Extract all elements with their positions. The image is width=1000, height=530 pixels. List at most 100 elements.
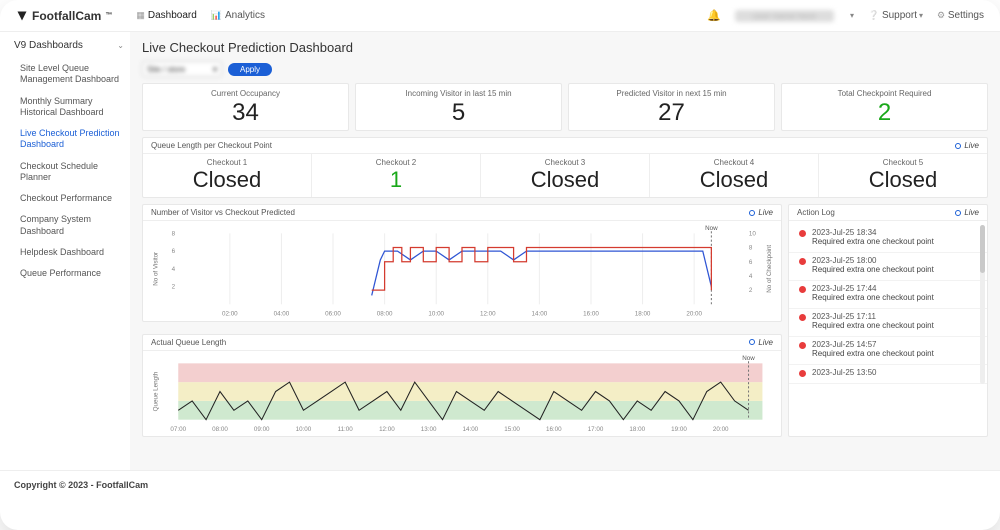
- site-select[interactable]: Site / store▾: [142, 61, 222, 77]
- tab-dashboard[interactable]: ▦ Dashboard: [136, 10, 196, 21]
- chevron-down-icon: ▾: [850, 11, 854, 20]
- log-message: Required extra one checkout point: [812, 349, 934, 358]
- scrollbar-thumb[interactable]: [980, 225, 985, 273]
- topright: 🔔 user name here ▾ ❔ Support▾ ⚙ Settings: [707, 9, 984, 22]
- page-title: Live Checkout Prediction Dashboard: [142, 40, 988, 55]
- svg-text:6: 6: [749, 259, 753, 266]
- kpi-card: Incoming Visitor in last 15 min 5: [355, 83, 562, 131]
- alert-dot-icon: [799, 286, 806, 293]
- svg-text:6: 6: [172, 248, 176, 255]
- lower: Number of Visitor vs Checkout Predicted …: [142, 204, 988, 443]
- svg-text:20:00: 20:00: [686, 311, 702, 318]
- kpi-value: 34: [143, 99, 348, 127]
- sidebar-group-label: V9 Dashboards: [14, 40, 83, 51]
- kpi-label: Total Checkpoint Required: [782, 89, 987, 98]
- live-indicator: Live: [955, 208, 979, 217]
- chart-visitor-vs-checkout: Number of Visitor vs Checkout Predicted …: [142, 204, 782, 322]
- live-indicator: Live: [955, 141, 979, 150]
- checkout-value: 1: [312, 167, 480, 193]
- sidebar-group-header[interactable]: V9 Dashboards ⌄: [14, 40, 124, 51]
- checkout-card: Checkout 2 1: [312, 154, 481, 197]
- svg-text:15:00: 15:00: [504, 426, 520, 433]
- svg-text:08:00: 08:00: [377, 311, 393, 318]
- action-log-item: 2023-Jul-25 17:11 Required extra one che…: [789, 309, 987, 337]
- chart2-canvas: 07:0008:0009:0010:0011:0012:0013:0014:00…: [149, 355, 775, 434]
- sidebar-item[interactable]: Checkout Schedule Planner: [14, 157, 124, 190]
- svg-text:2: 2: [749, 287, 753, 294]
- kpi-row: Current Occupancy 34Incoming Visitor in …: [142, 83, 988, 131]
- checkout-label: Checkout 2: [312, 158, 480, 167]
- checkout-value: Closed: [650, 167, 818, 193]
- sidebar-item[interactable]: Site Level Queue Management Dashboard: [14, 59, 124, 92]
- alert-dot-icon: [799, 230, 806, 237]
- chart1-title: Number of Visitor vs Checkout Predicted: [151, 208, 295, 217]
- alert-dot-icon: [799, 342, 806, 349]
- main: Live Checkout Prediction Dashboard Site …: [130, 32, 1000, 470]
- svg-text:07:00: 07:00: [170, 426, 186, 433]
- log-message: Required extra one checkout point: [812, 293, 934, 302]
- sidebar-item[interactable]: Checkout Performance: [14, 189, 124, 210]
- log-time: 2023-Jul-25 18:00: [812, 256, 934, 265]
- sidebar-item[interactable]: Helpdesk Dashboard: [14, 243, 124, 264]
- user-menu[interactable]: user name here: [735, 10, 834, 22]
- support-link[interactable]: ❔ Support▾: [868, 10, 923, 21]
- svg-text:16:00: 16:00: [583, 311, 599, 318]
- kpi-label: Incoming Visitor in last 15 min: [356, 89, 561, 98]
- settings-link[interactable]: ⚙ Settings: [937, 10, 984, 21]
- action-log-title: Action Log: [797, 208, 835, 217]
- checkout-card: Checkout 3 Closed: [481, 154, 650, 197]
- action-log-item: 2023-Jul-25 13:50: [789, 365, 987, 384]
- checkout-label: Checkout 3: [481, 158, 649, 167]
- action-log-list: 2023-Jul-25 18:34 Required extra one che…: [789, 221, 987, 388]
- checkout-card: Checkout 1 Closed: [143, 154, 312, 197]
- log-time: 2023-Jul-25 17:44: [812, 284, 934, 293]
- svg-text:18:00: 18:00: [635, 311, 651, 318]
- log-message: Required extra one checkout point: [812, 265, 934, 274]
- alert-dot-icon: [799, 370, 806, 377]
- svg-text:14:00: 14:00: [463, 426, 479, 433]
- kpi-card: Current Occupancy 34: [142, 83, 349, 131]
- svg-text:12:00: 12:00: [379, 426, 395, 433]
- svg-text:12:00: 12:00: [480, 311, 496, 318]
- kpi-label: Current Occupancy: [143, 89, 348, 98]
- log-time: 2023-Jul-25 14:57: [812, 340, 934, 349]
- log-time: 2023-Jul-25 13:50: [812, 368, 877, 377]
- footer: Copyright © 2023 - FootfallCam: [0, 470, 1000, 498]
- svg-text:17:00: 17:00: [588, 426, 604, 433]
- topnav: ▦ Dashboard 📊 Analytics: [136, 10, 265, 21]
- sidebar: V9 Dashboards ⌄ Site Level Queue Managem…: [0, 32, 130, 470]
- action-log-item: 2023-Jul-25 14:57 Required extra one che…: [789, 337, 987, 365]
- alert-dot-icon: [799, 258, 806, 265]
- svg-text:08:00: 08:00: [212, 426, 228, 433]
- checkout-label: Checkout 4: [650, 158, 818, 167]
- help-icon: ❔: [868, 10, 879, 20]
- svg-text:16:00: 16:00: [546, 426, 562, 433]
- log-time: 2023-Jul-25 18:34: [812, 228, 934, 237]
- queue-length-panel: Queue Length per Checkout Point Live Che…: [142, 137, 988, 198]
- tab-analytics[interactable]: 📊 Analytics: [211, 10, 265, 21]
- svg-text:2: 2: [172, 284, 176, 291]
- kpi-value: 5: [356, 99, 561, 127]
- svg-text:Now: Now: [705, 225, 718, 232]
- scrollbar[interactable]: [980, 225, 985, 384]
- bell-icon[interactable]: 🔔: [707, 9, 721, 22]
- sidebar-item[interactable]: Monthly Summary Historical Dashboard: [14, 92, 124, 125]
- svg-text:20:00: 20:00: [713, 426, 729, 433]
- gear-icon: ⚙: [937, 10, 945, 20]
- svg-text:04:00: 04:00: [274, 311, 290, 318]
- grid-icon: ▦: [136, 10, 145, 21]
- svg-text:Queue Length: Queue Length: [152, 371, 159, 411]
- kpi-value: 27: [569, 99, 774, 127]
- live-indicator: Live: [749, 208, 773, 217]
- sidebar-item[interactable]: Live Checkout Prediction Dashboard: [14, 124, 124, 157]
- controls: Site / store▾ Apply: [142, 61, 988, 77]
- sidebar-item[interactable]: Company System Dashboard: [14, 210, 124, 243]
- action-log-panel: Action Log Live 2023-Jul-25 18:34 Requir…: [788, 204, 988, 437]
- sidebar-item[interactable]: Queue Performance: [14, 264, 124, 285]
- svg-text:18:00: 18:00: [629, 426, 645, 433]
- log-message: Required extra one checkout point: [812, 237, 934, 246]
- checkout-label: Checkout 5: [819, 158, 987, 167]
- svg-text:19:00: 19:00: [671, 426, 687, 433]
- apply-button[interactable]: Apply: [228, 63, 272, 76]
- svg-text:11:00: 11:00: [338, 426, 354, 433]
